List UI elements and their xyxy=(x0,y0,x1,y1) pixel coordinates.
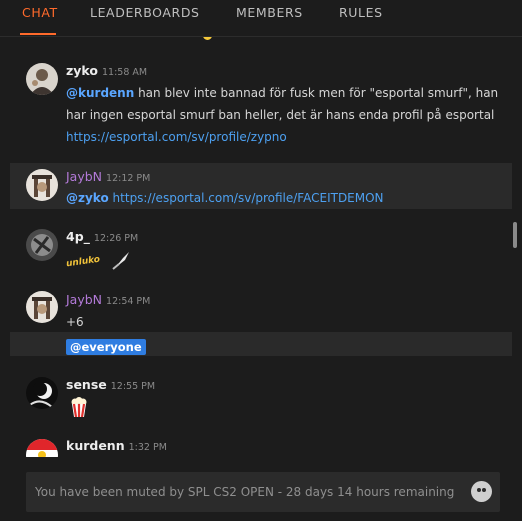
message-username[interactable]: JaybN 12:12 PM xyxy=(66,169,150,184)
tab-chat[interactable]: CHAT xyxy=(22,5,58,20)
message-composer: You have been muted by SPL CS2 OPEN - 28… xyxy=(26,472,500,512)
sticker[interactable]: unluko xyxy=(65,249,133,270)
chat-message: 4p_ 12:26 PM unluko xyxy=(10,221,512,277)
knife-sticker-icon xyxy=(112,251,130,270)
partial-emoji-icon xyxy=(203,37,212,40)
chat-message: JaybN 12:54 PM +6 xyxy=(10,285,512,329)
chat-message: zyko 11:58 AM @kurdenn han blev inte bann… xyxy=(10,51,512,161)
chat-message: JaybN 12:12 PM @zyko https://esportal.com… xyxy=(10,163,512,209)
chat-scrollbar-thumb[interactable] xyxy=(513,222,517,248)
everyone-mention[interactable]: @everyone xyxy=(66,339,146,355)
active-tab-indicator xyxy=(20,33,56,35)
message-username[interactable]: kurdenn 1:32 PM xyxy=(66,438,167,453)
message-username[interactable]: 4p_ 12:26 PM xyxy=(66,229,138,244)
message-timestamp: 12:54 PM xyxy=(106,296,151,307)
message-username[interactable]: JaybN 12:54 PM xyxy=(66,292,150,307)
message-username[interactable]: sense 12:55 PM xyxy=(66,377,155,392)
user-mention[interactable]: @zyko xyxy=(66,191,109,205)
tab-leaderboards[interactable]: LEADERBOARDS xyxy=(90,5,200,20)
popcorn-icon xyxy=(70,397,88,421)
tab-rules[interactable]: RULES xyxy=(339,5,383,20)
chat-message-list[interactable]: zyko 11:58 AM @kurdenn han blev inte bann… xyxy=(10,37,512,457)
chat-message: sense 12:55 PM xyxy=(10,367,512,423)
avatar[interactable] xyxy=(26,439,58,457)
user-mention[interactable]: @kurdenn xyxy=(66,86,134,100)
message-body: @kurdenn han blev inte bannad för fusk m… xyxy=(66,86,499,144)
message-body: @zyko https://esportal.com/sv/profile/FA… xyxy=(66,187,506,209)
profile-link[interactable]: https://esportal.com/sv/profile/FACEITDE… xyxy=(113,191,384,205)
avatar[interactable] xyxy=(26,63,58,95)
chat-message: @everyone xyxy=(10,332,512,356)
avatar[interactable] xyxy=(26,377,58,409)
message-timestamp: 12:55 PM xyxy=(110,381,156,392)
avatar[interactable] xyxy=(26,229,58,261)
message-timestamp: 12:26 PM xyxy=(93,233,139,244)
chat-message: kurdenn 1:32 PM xyxy=(10,431,512,457)
message-body: +6 xyxy=(66,315,84,329)
message-username[interactable]: zyko 11:58 AM xyxy=(66,63,147,78)
message-timestamp: 12:12 PM xyxy=(106,173,151,184)
chat-tabs: CHAT LEADERBOARDS MEMBERS RULES xyxy=(0,0,522,37)
profile-link[interactable]: https://esportal.com/sv/profile/zypno xyxy=(66,130,287,144)
smiley-icon[interactable] xyxy=(471,481,492,502)
avatar[interactable] xyxy=(26,169,58,201)
message-timestamp: 1:32 PM xyxy=(128,442,167,453)
avatar[interactable] xyxy=(26,291,58,323)
muted-notice: You have been muted by SPL CS2 OPEN - 28… xyxy=(35,485,455,499)
message-timestamp: 11:58 AM xyxy=(102,67,148,78)
tab-members[interactable]: MEMBERS xyxy=(236,5,303,20)
